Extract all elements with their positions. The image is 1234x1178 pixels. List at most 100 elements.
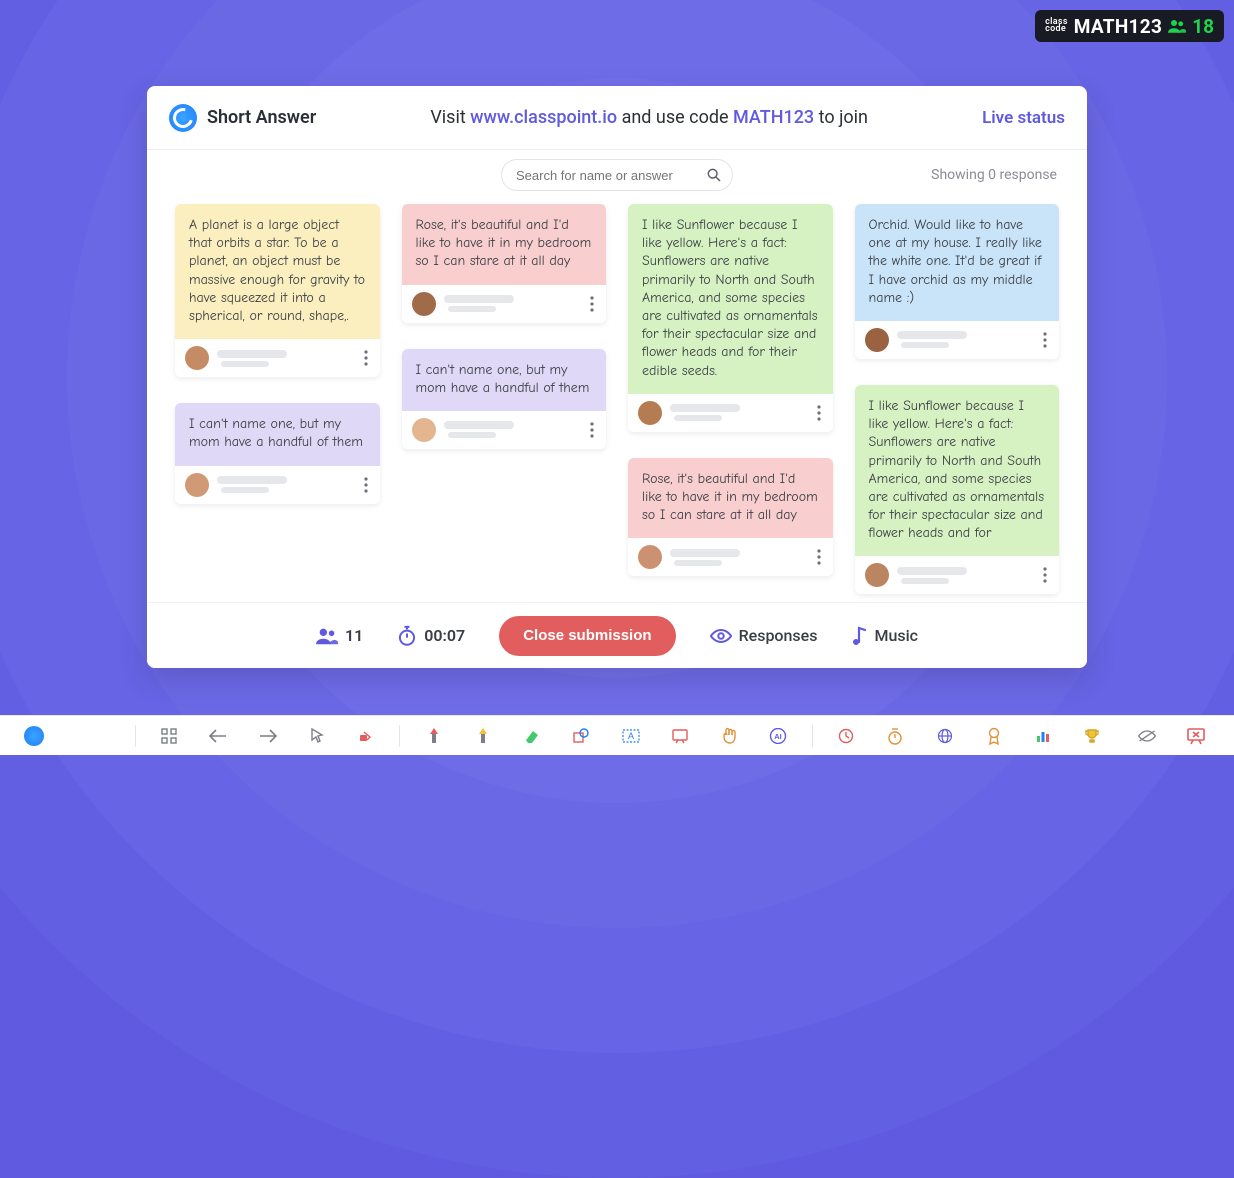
shape-icon[interactable] (568, 722, 595, 750)
class-code-badge[interactable]: class code MATH123 18 (1035, 10, 1224, 42)
more-icon[interactable] (1041, 328, 1049, 352)
response-card[interactable]: I can't name one, but my mom have a hand… (175, 403, 380, 503)
response-card[interactable]: Rose, it's beautiful and I'd like to hav… (402, 204, 607, 323)
poll-icon[interactable] (1029, 722, 1056, 750)
name-placeholder (897, 567, 967, 575)
participant-stat: 11 (316, 626, 363, 645)
grid-icon[interactable] (156, 722, 183, 750)
random-icon[interactable] (833, 722, 860, 750)
name-placeholder (674, 560, 722, 566)
response-text: A planet is a large object that orbits a… (175, 204, 380, 339)
classpoint-logo-icon (169, 104, 197, 132)
search-input[interactable] (516, 168, 700, 183)
response-text: I can't name one, but my mom have a hand… (402, 349, 607, 411)
name-placeholder (221, 487, 269, 493)
response-card[interactable]: I can't name one, but my mom have a hand… (402, 349, 607, 449)
name-placeholder (897, 331, 967, 339)
eraser-red-icon[interactable] (352, 722, 379, 750)
avatar (638, 401, 662, 425)
response-footer (402, 411, 607, 449)
response-text: Rose, it's beautiful and I'd like to hav… (402, 204, 607, 285)
avatar (412, 292, 436, 316)
name-placeholder (221, 361, 269, 367)
response-text: I like Sunflower because I like yellow. … (855, 385, 1060, 557)
responses-area: A planet is a large object that orbits a… (147, 196, 1087, 602)
award-icon[interactable] (980, 722, 1007, 750)
more-icon[interactable] (362, 473, 370, 497)
music-link[interactable]: Music (851, 626, 918, 646)
response-text: I like Sunflower because I like yellow. … (628, 204, 833, 394)
search-row: Showing 0 response (147, 150, 1087, 196)
ai-icon[interactable]: AI (765, 722, 792, 750)
response-footer (855, 556, 1060, 594)
more-icon[interactable] (815, 401, 823, 425)
pen-red-icon[interactable] (420, 722, 447, 750)
participants-count: 18 (1192, 15, 1214, 38)
response-card[interactable]: Rose, it's beautiful and I'd like to hav… (628, 458, 833, 577)
arrow-right-icon[interactable] (254, 722, 281, 750)
hide-icon[interactable] (1134, 722, 1161, 750)
drag-icon[interactable] (715, 722, 742, 750)
timer-value: 00:07 (424, 626, 465, 645)
join-code: MATH123 (733, 107, 814, 128)
live-status-link[interactable]: Live status (982, 108, 1065, 128)
class-code-label: class code (1045, 19, 1068, 33)
avatar (638, 545, 662, 569)
response-text: I can't name one, but my mom have a hand… (175, 403, 380, 465)
timer-icon[interactable] (882, 722, 909, 750)
classpoint-logo-icon[interactable] (24, 726, 44, 746)
people-icon (316, 627, 338, 645)
name-placeholder (901, 578, 949, 584)
short-answer-panel: Short Answer Visit www.classpoint.io and… (147, 86, 1087, 668)
more-icon[interactable] (815, 545, 823, 569)
responses-link[interactable]: Responses (710, 626, 818, 645)
stopwatch-icon (397, 625, 417, 647)
textbox-icon[interactable]: A (617, 722, 644, 750)
highlighter-yellow-icon[interactable] (470, 722, 497, 750)
response-text: Orchid. Would like to have one at my hou… (855, 204, 1060, 321)
panel-footer: 11 00:07 Close submission Responses Musi… (147, 602, 1087, 668)
whiteboard-icon[interactable] (666, 722, 693, 750)
response-card[interactable]: I like Sunflower because I like yellow. … (628, 204, 833, 432)
avatar (185, 346, 209, 370)
avatar (865, 328, 889, 352)
exit-presentation-icon[interactable] (1183, 722, 1210, 750)
response-footer (402, 285, 607, 323)
participant-count: 11 (345, 626, 363, 645)
response-footer (855, 321, 1060, 359)
toolbar-separator (399, 725, 400, 747)
join-url[interactable]: www.classpoint.io (470, 107, 617, 128)
panel-header: Short Answer Visit www.classpoint.io and… (147, 86, 1087, 150)
trophy-icon[interactable] (1078, 722, 1105, 750)
response-footer (628, 394, 833, 432)
browser-icon[interactable] (931, 722, 958, 750)
more-icon[interactable] (362, 346, 370, 370)
name-placeholder (674, 415, 722, 421)
more-icon[interactable] (588, 418, 596, 442)
response-footer (175, 466, 380, 504)
timer-stat: 00:07 (397, 625, 465, 647)
close-submission-button[interactable]: Close submission (499, 616, 675, 656)
join-instruction: Visit www.classpoint.io and use code MAT… (326, 107, 972, 128)
search-box[interactable] (501, 159, 733, 191)
more-icon[interactable] (1041, 563, 1049, 587)
name-placeholder (448, 432, 496, 438)
responses-label: Responses (739, 626, 818, 645)
response-footer (628, 538, 833, 576)
eye-icon (710, 628, 732, 644)
svg-text:AI: AI (774, 732, 782, 741)
name-placeholder (901, 342, 949, 348)
response-card[interactable]: Orchid. Would like to have one at my hou… (855, 204, 1060, 359)
arrow-left-icon[interactable] (205, 722, 232, 750)
name-placeholder (448, 306, 496, 312)
more-icon[interactable] (588, 292, 596, 316)
name-placeholder (444, 295, 514, 303)
eraser-green-icon[interactable] (519, 722, 546, 750)
toolbar-separator (812, 725, 813, 747)
response-text: Rose, it's beautiful and I'd like to hav… (628, 458, 833, 539)
name-placeholder (670, 404, 740, 412)
response-card[interactable]: I like Sunflower because I like yellow. … (855, 385, 1060, 595)
pointer-icon[interactable] (303, 722, 330, 750)
showing-count: Showing 0 response (931, 167, 1057, 183)
response-card[interactable]: A planet is a large object that orbits a… (175, 204, 380, 377)
